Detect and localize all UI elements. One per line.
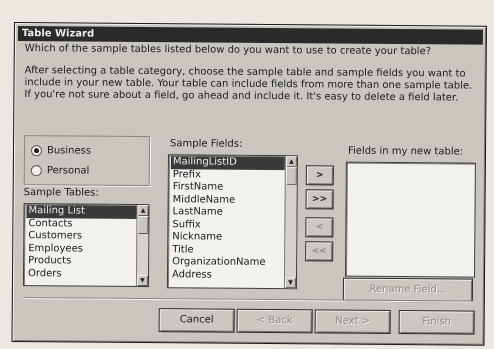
sample-fields-scrollbar[interactable]: ▲ ▼ [283,156,297,289]
instruction-question: Which of the sample tables listed below … [24,43,432,58]
remove-field-button[interactable]: < [305,217,334,238]
scroll-down-icon[interactable]: ▼ [136,274,149,287]
sample-table-item[interactable]: Customers [26,230,136,243]
instruction-details: After selecting a table category, choose… [24,65,473,104]
table-wizard-dialog: Table Wizard Which of the sample tables … [11,22,487,346]
add-all-fields-button[interactable]: >> [305,189,334,210]
scroll-down-icon[interactable]: ▼ [284,277,297,289]
sample-field-item[interactable]: Prefix [171,169,285,182]
sample-field-item[interactable]: MiddleName [171,194,285,207]
radio-empty-icon [30,165,42,177]
sample-tables-label: Sample Tables: [23,187,99,199]
next-button[interactable]: Next > [314,309,391,334]
sample-table-item[interactable]: Mailing List [26,205,137,219]
page-background: Table Wizard Which of the sample tables … [0,0,494,349]
remove-all-fields-button[interactable]: << [305,241,334,262]
new-fields-list[interactable] [345,161,476,278]
sample-fields-list[interactable]: MailingListID Prefix FirstName MiddleName La… [166,154,298,290]
sample-table-item[interactable]: Products [26,255,136,268]
back-button[interactable]: < Back [236,308,313,334]
scroll-thumb[interactable] [137,215,149,235]
business-radio[interactable]: Business [30,145,92,157]
new-fields-label: Fields in my new table: [347,145,464,158]
sample-fields-label: Sample Fields: [170,138,243,150]
scroll-up-icon[interactable]: ▲ [285,156,297,168]
add-field-button[interactable]: > [305,165,334,186]
sample-field-item[interactable]: FirstName [171,181,285,194]
sample-field-item[interactable]: OrganizationName [170,256,284,269]
category-group: Business Personal [23,135,151,187]
sample-table-item[interactable]: Orders [26,268,136,281]
sample-field-item[interactable]: MailingListID [170,156,285,170]
finish-button[interactable]: Finish [398,310,475,335]
personal-radio[interactable]: Personal [30,165,90,177]
sample-tables-scrollbar[interactable]: ▲ ▼ [135,204,149,287]
sample-table-item[interactable]: Employees [26,243,136,256]
window-title: Table Wizard [17,26,483,45]
scroll-thumb[interactable] [285,167,297,186]
business-label: Business [46,145,92,157]
sample-field-item[interactable]: Address [170,269,284,282]
sample-field-item[interactable]: Nickname [170,231,284,244]
personal-label: Personal [46,165,90,177]
sample-table-item[interactable]: Contacts [26,218,136,231]
radio-selected-icon [30,145,43,157]
scroll-up-icon[interactable]: ▲ [137,204,149,217]
sample-field-item[interactable]: Suffix [170,219,284,232]
sample-field-item[interactable]: LastName [170,206,284,219]
sample-tables-list[interactable]: Mailing List Contacts Customers Employees Pr… [22,203,150,288]
cancel-button[interactable]: Cancel [158,308,235,333]
sample-field-item[interactable]: Title [170,244,284,257]
